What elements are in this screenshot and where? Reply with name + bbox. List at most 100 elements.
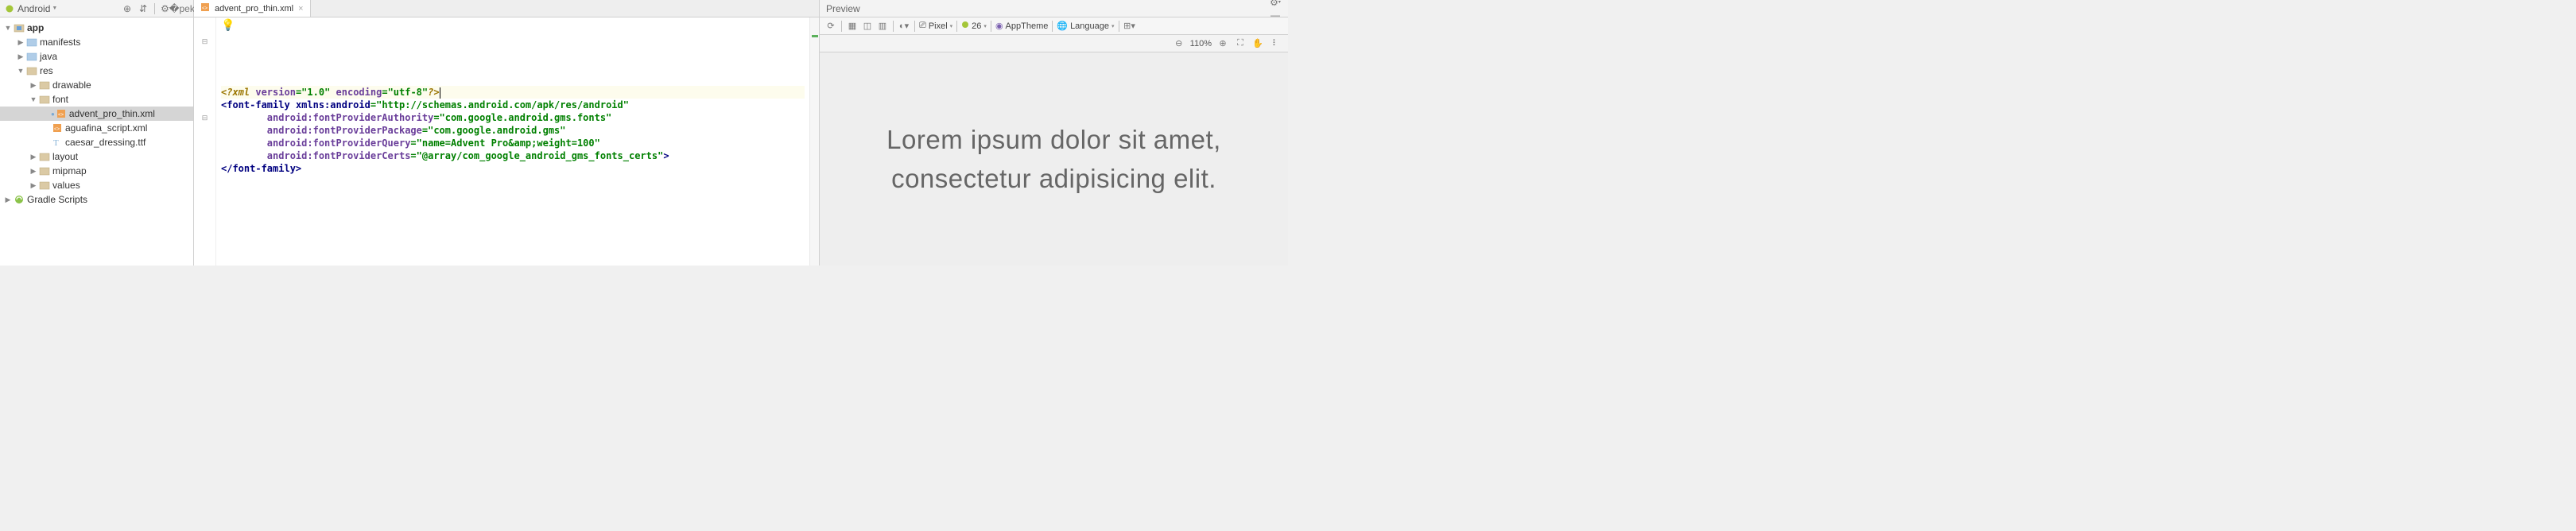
svg-text:T: T bbox=[53, 138, 59, 147]
zoom-in-icon[interactable]: ⊕ bbox=[1216, 37, 1229, 50]
tree-label: font bbox=[52, 94, 68, 105]
tree-node-font[interactable]: ▼ font bbox=[0, 92, 193, 107]
chevron-right-icon: ▶ bbox=[16, 38, 25, 47]
project-view-dropdown[interactable]: Android ▼ bbox=[17, 3, 57, 14]
status-tick bbox=[812, 35, 818, 37]
tab-label: advent_pro_thin.xml bbox=[215, 4, 293, 14]
more-icon[interactable]: ⠇ bbox=[1269, 37, 1282, 50]
blank bbox=[194, 86, 215, 99]
code-area[interactable]: 💡 <?xml version="1.0" encoding="utf-8"?>… bbox=[216, 17, 809, 266]
project-panel: Android ▼ ⊕ ⇵ ⚙▾ �pek ▼ app ▶ manifests … bbox=[0, 0, 194, 266]
filter-icon[interactable]: ⇵ bbox=[137, 2, 149, 15]
folder-icon bbox=[25, 51, 38, 62]
fold-end-icon[interactable]: ⊟ bbox=[194, 111, 215, 124]
chevron-right-icon: ▶ bbox=[29, 181, 38, 190]
chevron-right-icon: ▶ bbox=[29, 153, 38, 161]
android-icon bbox=[961, 21, 969, 31]
chevron-right-icon: ▶ bbox=[29, 167, 38, 176]
tree-label: layout bbox=[52, 151, 78, 162]
project-toolbar: Android ▼ ⊕ ⇵ ⚙▾ �pek bbox=[0, 0, 193, 17]
language-selector[interactable]: 🌐 Language ▾ bbox=[1057, 21, 1114, 31]
separator bbox=[956, 21, 957, 32]
pan-icon[interactable]: ✋ bbox=[1251, 37, 1264, 50]
folder-icon bbox=[38, 79, 51, 91]
language-label: Language bbox=[1070, 21, 1109, 31]
code-editor[interactable]: ⊟ ⊟ 💡 <?xml version="1.0" encoding="utf-… bbox=[194, 17, 819, 266]
collapse-icon[interactable]: �pek bbox=[176, 2, 188, 15]
tree-label: app bbox=[27, 22, 44, 33]
refresh-icon[interactable]: ⟳ bbox=[824, 20, 837, 33]
theme-label: AppTheme bbox=[1006, 21, 1049, 31]
separator bbox=[154, 3, 155, 14]
code-token: </font-family> bbox=[221, 163, 301, 174]
tree-node-values[interactable]: ▶ values bbox=[0, 178, 193, 192]
zoom-out-icon[interactable]: ⊖ bbox=[1173, 37, 1185, 50]
tree-node-manifests[interactable]: ▶ manifests bbox=[0, 35, 193, 49]
android-icon bbox=[5, 4, 14, 14]
zoom-level: 110% bbox=[1190, 39, 1212, 48]
preview-panel: Preview ⚙▾ — ⟳ ▦ ◫ ▥ ◐▾ ⎚ Pixel ▾ 26 ▾ ◉… bbox=[819, 0, 1288, 266]
xml-file-icon: <> bbox=[51, 122, 64, 134]
separator bbox=[841, 21, 842, 32]
tree-label: drawable bbox=[52, 79, 91, 91]
tree-node-gradle[interactable]: ▶ Gradle Scripts bbox=[0, 192, 193, 207]
tree-node-caesar[interactable]: T caesar_dressing.ttf bbox=[0, 135, 193, 149]
code-token: > bbox=[663, 150, 669, 161]
scope-icon[interactable]: ⊕ bbox=[121, 2, 134, 15]
preview-title: Preview bbox=[826, 3, 860, 14]
gear-icon[interactable]: ⚙▾ bbox=[1269, 0, 1282, 9]
device-selector[interactable]: ⎚ Pixel ▾ bbox=[919, 21, 952, 31]
tree-node-java[interactable]: ▶ java bbox=[0, 49, 193, 64]
theme-selector[interactable]: ◉ AppTheme bbox=[995, 21, 1048, 31]
chevron-down-icon: ▼ bbox=[16, 67, 25, 75]
chevron-right-icon: ▶ bbox=[16, 52, 25, 61]
layout-split-icon[interactable]: ◫ bbox=[861, 20, 874, 33]
api-label: 26 bbox=[972, 21, 981, 31]
xml-file-icon: <> bbox=[55, 108, 68, 119]
tree-node-mipmap[interactable]: ▶ mipmap bbox=[0, 164, 193, 178]
project-tree: ▼ app ▶ manifests ▶ java ▼ res ▶ drawabl… bbox=[0, 17, 193, 210]
tree-node-drawable[interactable]: ▶ drawable bbox=[0, 78, 193, 92]
code-token: version bbox=[255, 87, 296, 98]
tree-node-advent[interactable]: ● <> advent_pro_thin.xml bbox=[0, 107, 193, 121]
fold-icon[interactable]: ⊟ bbox=[194, 35, 215, 48]
orientation-icon[interactable]: ◐▾ bbox=[898, 20, 910, 33]
separator bbox=[893, 21, 894, 32]
editor-tab[interactable]: <> advent_pro_thin.xml × bbox=[194, 0, 311, 17]
blank bbox=[194, 73, 215, 86]
preview-toolbar: ⟳ ▦ ◫ ▥ ◐▾ ⎚ Pixel ▾ 26 ▾ ◉ AppTheme 🌐 L… bbox=[820, 17, 1288, 35]
tree-node-aguafina[interactable]: <> aguafina_script.xml bbox=[0, 121, 193, 135]
editor-scroll-marker[interactable] bbox=[809, 17, 819, 266]
layout-grid-icon[interactable]: ▦ bbox=[846, 20, 859, 33]
code-token: <? bbox=[221, 87, 232, 98]
folder-icon bbox=[25, 65, 38, 76]
tree-node-layout[interactable]: ▶ layout bbox=[0, 149, 193, 164]
tree-label: java bbox=[40, 51, 57, 62]
api-selector[interactable]: 26 ▾ bbox=[961, 21, 987, 31]
module-icon bbox=[13, 22, 25, 33]
chevron-down-icon: ▼ bbox=[29, 95, 38, 103]
lightbulb-icon[interactable]: 💡 bbox=[221, 19, 235, 32]
tree-node-res[interactable]: ▼ res bbox=[0, 64, 193, 78]
tree-label: mipmap bbox=[52, 165, 87, 176]
tree-label: manifests bbox=[40, 37, 80, 48]
close-icon[interactable]: × bbox=[298, 4, 303, 14]
tree-label: res bbox=[40, 65, 53, 76]
tree-label: caesar_dressing.ttf bbox=[65, 137, 145, 148]
chevron-right-icon: ▶ bbox=[3, 196, 13, 204]
code-token: xml bbox=[232, 87, 255, 98]
preview-zoom-bar: ⊖ 110% ⊕ ⛶ ✋ ⠇ bbox=[820, 35, 1288, 52]
variants-icon[interactable]: ⊞▾ bbox=[1123, 20, 1136, 33]
layout-list-icon[interactable]: ▥ bbox=[876, 20, 889, 33]
chevron-down-icon: ▾ bbox=[950, 23, 953, 29]
code-token: android:fontProviderCerts bbox=[267, 150, 411, 161]
zoom-fit-icon[interactable]: ⛶ bbox=[1234, 37, 1247, 50]
code-token: "http://schemas.android.com/apk/res/andr… bbox=[376, 99, 629, 110]
tree-node-app[interactable]: ▼ app bbox=[0, 21, 193, 35]
code-token: android:fontProviderPackage bbox=[267, 125, 422, 136]
editor-panel: <> advent_pro_thin.xml × ⊟ ⊟ 💡 <?xml ver… bbox=[194, 0, 819, 266]
font-file-icon: T bbox=[51, 137, 64, 148]
theme-icon: ◉ bbox=[995, 21, 1003, 31]
editor-gutter: ⊟ ⊟ bbox=[194, 17, 216, 266]
tree-label: values bbox=[52, 180, 80, 191]
